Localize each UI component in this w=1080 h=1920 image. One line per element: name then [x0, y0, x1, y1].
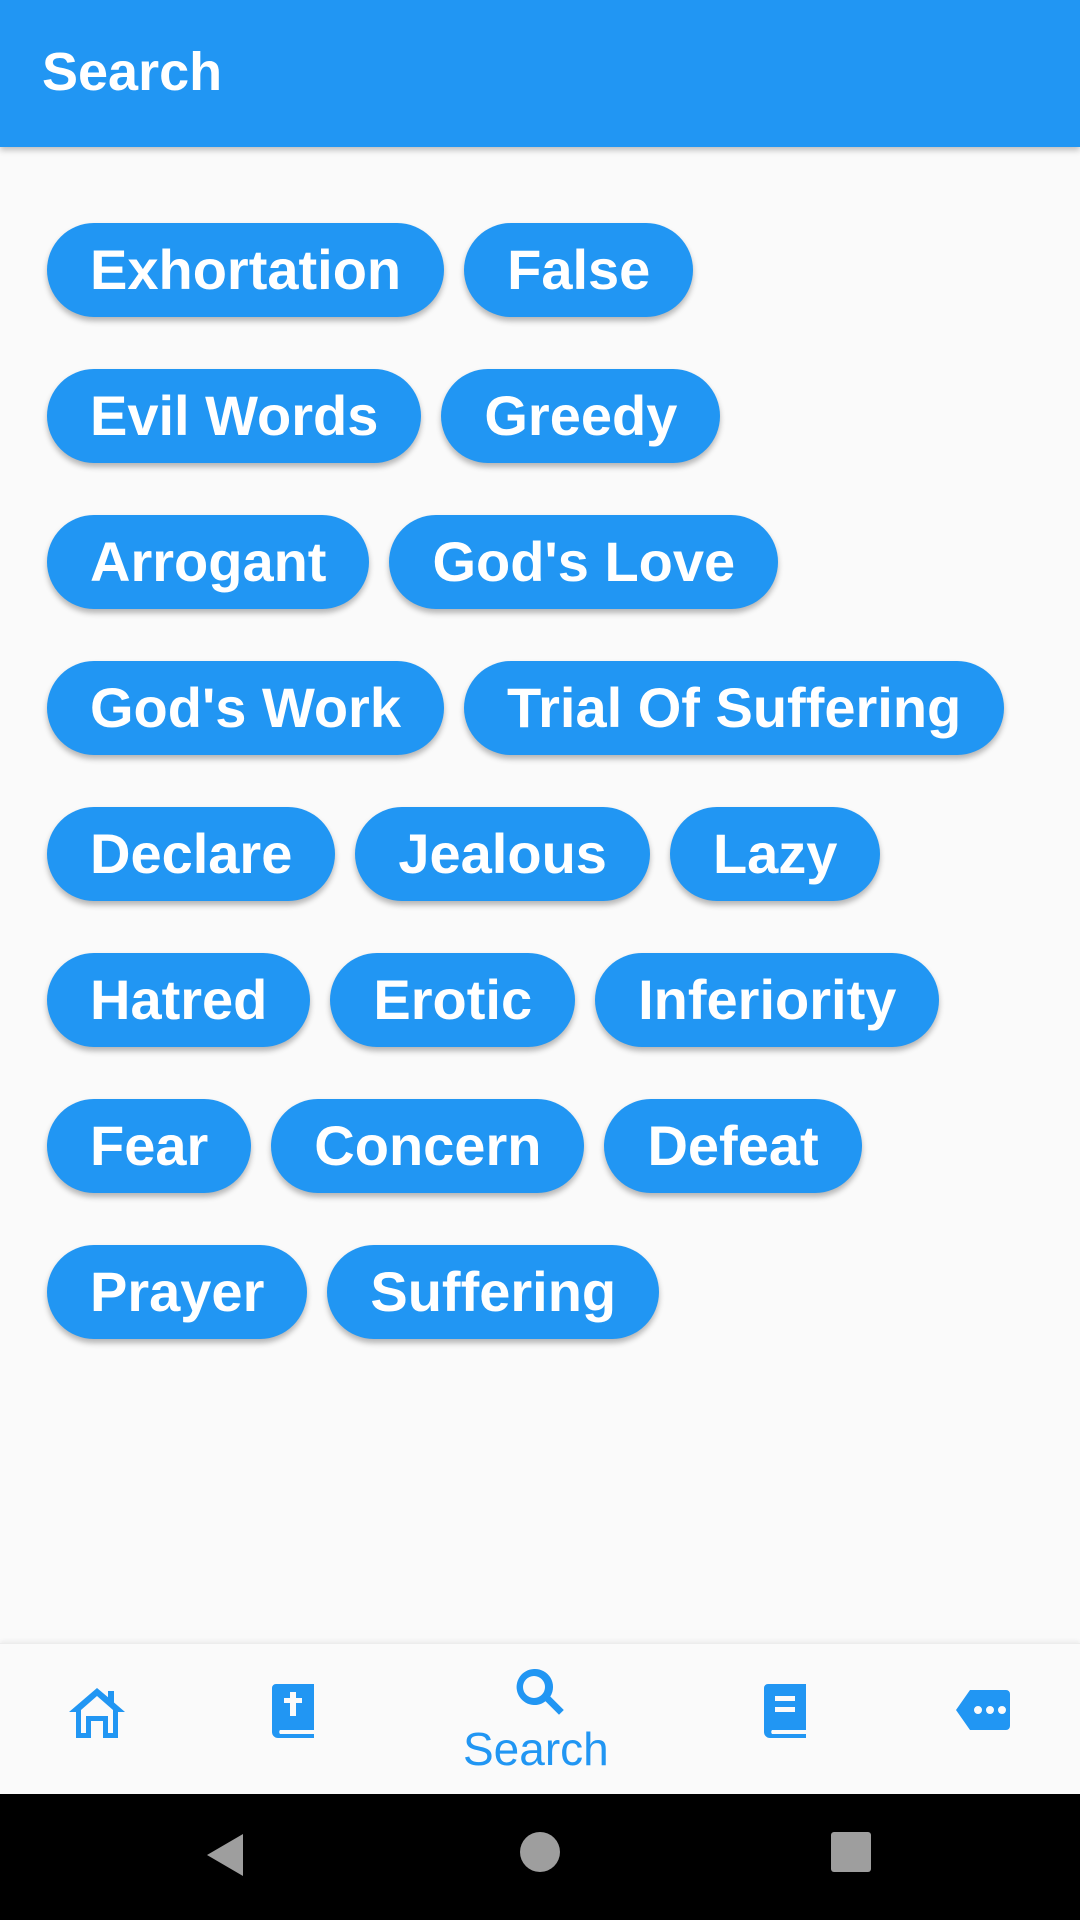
nav-item-more[interactable] [884, 1644, 1080, 1795]
nav-item-home[interactable] [0, 1644, 196, 1795]
tag-row: Fear Concern Defeat [47, 1099, 862, 1193]
tag-chip-false[interactable]: False [464, 223, 694, 317]
app-bar: Search [0, 0, 1080, 147]
tag-row: Declare Jealous Lazy [47, 807, 881, 901]
tag-chip-hatred[interactable]: Hatred [47, 953, 311, 1047]
book-icon [764, 1684, 806, 1738]
home-icon [69, 1688, 125, 1738]
tag-chip-defeat[interactable]: Defeat [604, 1099, 862, 1193]
tag-chip-declare[interactable]: Declare [47, 807, 336, 901]
tag-row: God's Work Trial Of Suffering [47, 661, 1005, 755]
tag-chip-trial-of-suffering[interactable]: Trial Of Suffering [463, 661, 1005, 755]
chat-more-icon [956, 1690, 1010, 1730]
nav-item-search[interactable]: Search [392, 1644, 688, 1795]
bible-icon [272, 1684, 314, 1738]
tag-row: Evil Words Greedy [47, 369, 721, 463]
tag-chip-fear[interactable]: Fear [47, 1099, 252, 1193]
tag-row: Exhortation False [47, 223, 694, 317]
home-circle-icon[interactable] [519, 1831, 561, 1873]
nav-item-bible[interactable] [196, 1644, 392, 1795]
tag-row: Arrogant God's Love [47, 515, 779, 609]
tag-list: Exhortation False Evil Words Greedy Arro… [0, 147, 1080, 1643]
bottom-nav: Search [0, 1643, 1080, 1795]
tag-row: Hatred Erotic Inferiority [47, 953, 940, 1047]
tag-chip-arrogant[interactable]: Arrogant [47, 515, 370, 609]
recents-icon[interactable] [830, 1831, 872, 1873]
tag-chip-greedy[interactable]: Greedy [441, 369, 721, 463]
tag-chip-suffering[interactable]: Suffering [327, 1245, 660, 1339]
tag-row: Prayer Suffering [47, 1245, 660, 1339]
search-icon [516, 1668, 564, 1715]
tag-chip-exhortation[interactable]: Exhortation [47, 223, 445, 317]
system-nav-bar [0, 1794, 1080, 1920]
back-icon[interactable] [205, 1832, 245, 1878]
tag-chip-gods-work[interactable]: God's Work [47, 661, 444, 755]
page-title: Search [42, 42, 223, 102]
tag-chip-inferiority[interactable]: Inferiority [595, 953, 940, 1047]
tag-chip-lazy[interactable]: Lazy [669, 807, 881, 901]
tag-chip-evil-words[interactable]: Evil Words [47, 369, 422, 463]
tag-chip-concern[interactable]: Concern [271, 1099, 585, 1193]
tag-chip-erotic[interactable]: Erotic [330, 953, 576, 1047]
nav-item-book[interactable] [688, 1644, 884, 1795]
nav-label-search: Search [463, 1723, 609, 1775]
tag-chip-jealous[interactable]: Jealous [355, 807, 650, 901]
tag-chip-prayer[interactable]: Prayer [47, 1245, 308, 1339]
tag-chip-gods-love[interactable]: God's Love [389, 515, 779, 609]
